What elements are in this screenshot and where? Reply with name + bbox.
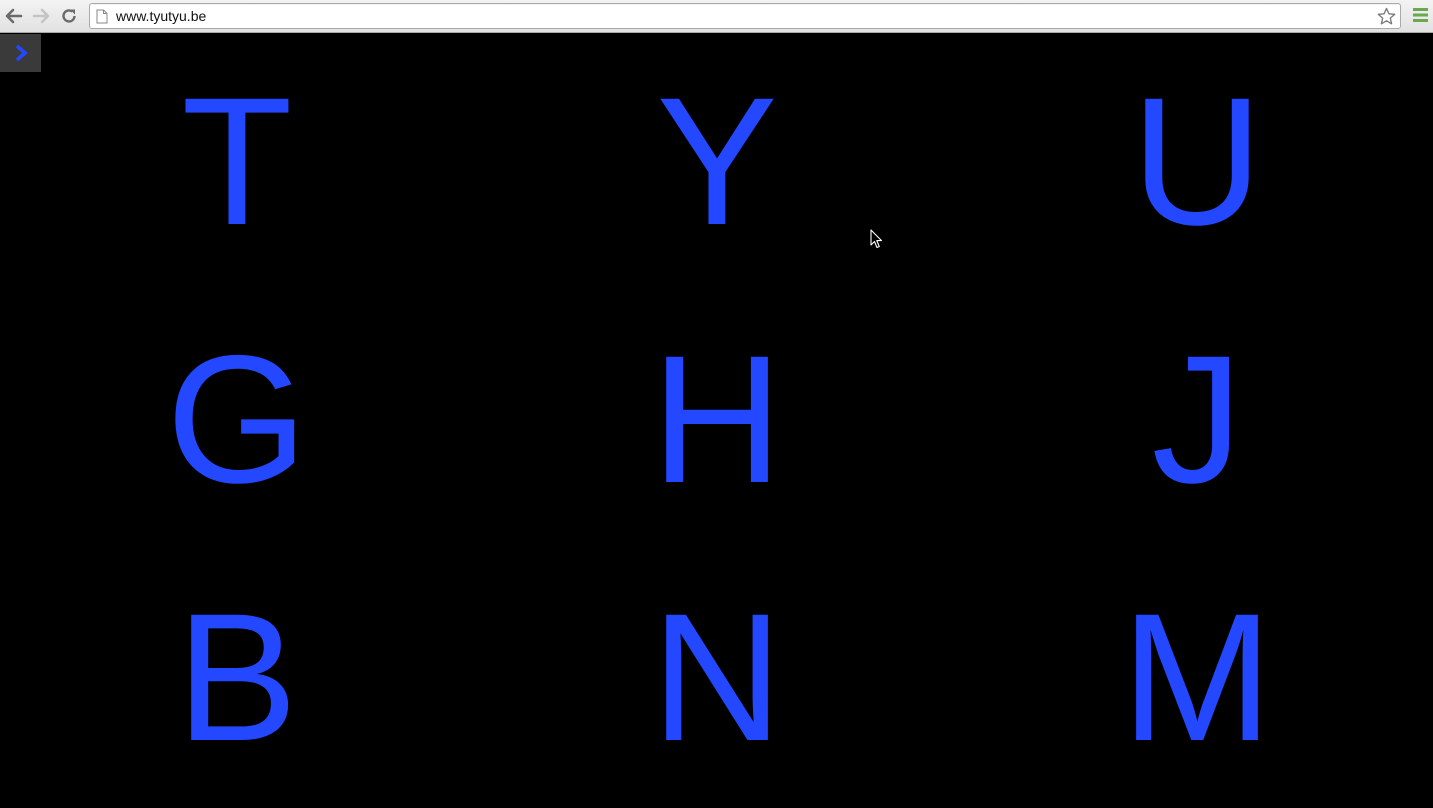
back-button[interactable]: [3, 5, 25, 27]
browser-toolbar: www.tyutyu.be: [0, 0, 1433, 33]
letter-key-h[interactable]: H: [567, 319, 867, 519]
letter-key-g[interactable]: G: [87, 319, 387, 519]
letter-key-n[interactable]: N: [567, 577, 867, 777]
letter-grid: T Y U G H J B N M: [0, 34, 1433, 808]
page-icon: [96, 9, 108, 24]
letter-key-b[interactable]: B: [87, 577, 387, 777]
page-content: T Y U G H J B N M: [0, 34, 1433, 808]
hamburger-menu-icon[interactable]: [1413, 8, 1428, 22]
reload-button[interactable]: [58, 5, 80, 27]
letter-key-u[interactable]: U: [1047, 61, 1347, 261]
letter-key-m[interactable]: M: [1047, 577, 1347, 777]
letter-key-t[interactable]: T: [87, 61, 387, 261]
star-icon[interactable]: [1377, 7, 1396, 26]
mouse-cursor-icon: [870, 229, 883, 249]
address-bar[interactable]: www.tyutyu.be: [89, 3, 1401, 29]
forward-arrow-icon: [32, 8, 50, 24]
forward-button[interactable]: [30, 5, 52, 27]
reload-icon: [62, 9, 76, 23]
letter-key-j[interactable]: J: [1047, 319, 1347, 519]
back-arrow-icon: [5, 8, 23, 24]
url-text[interactable]: www.tyutyu.be: [116, 8, 206, 25]
letter-key-y[interactable]: Y: [567, 61, 867, 261]
